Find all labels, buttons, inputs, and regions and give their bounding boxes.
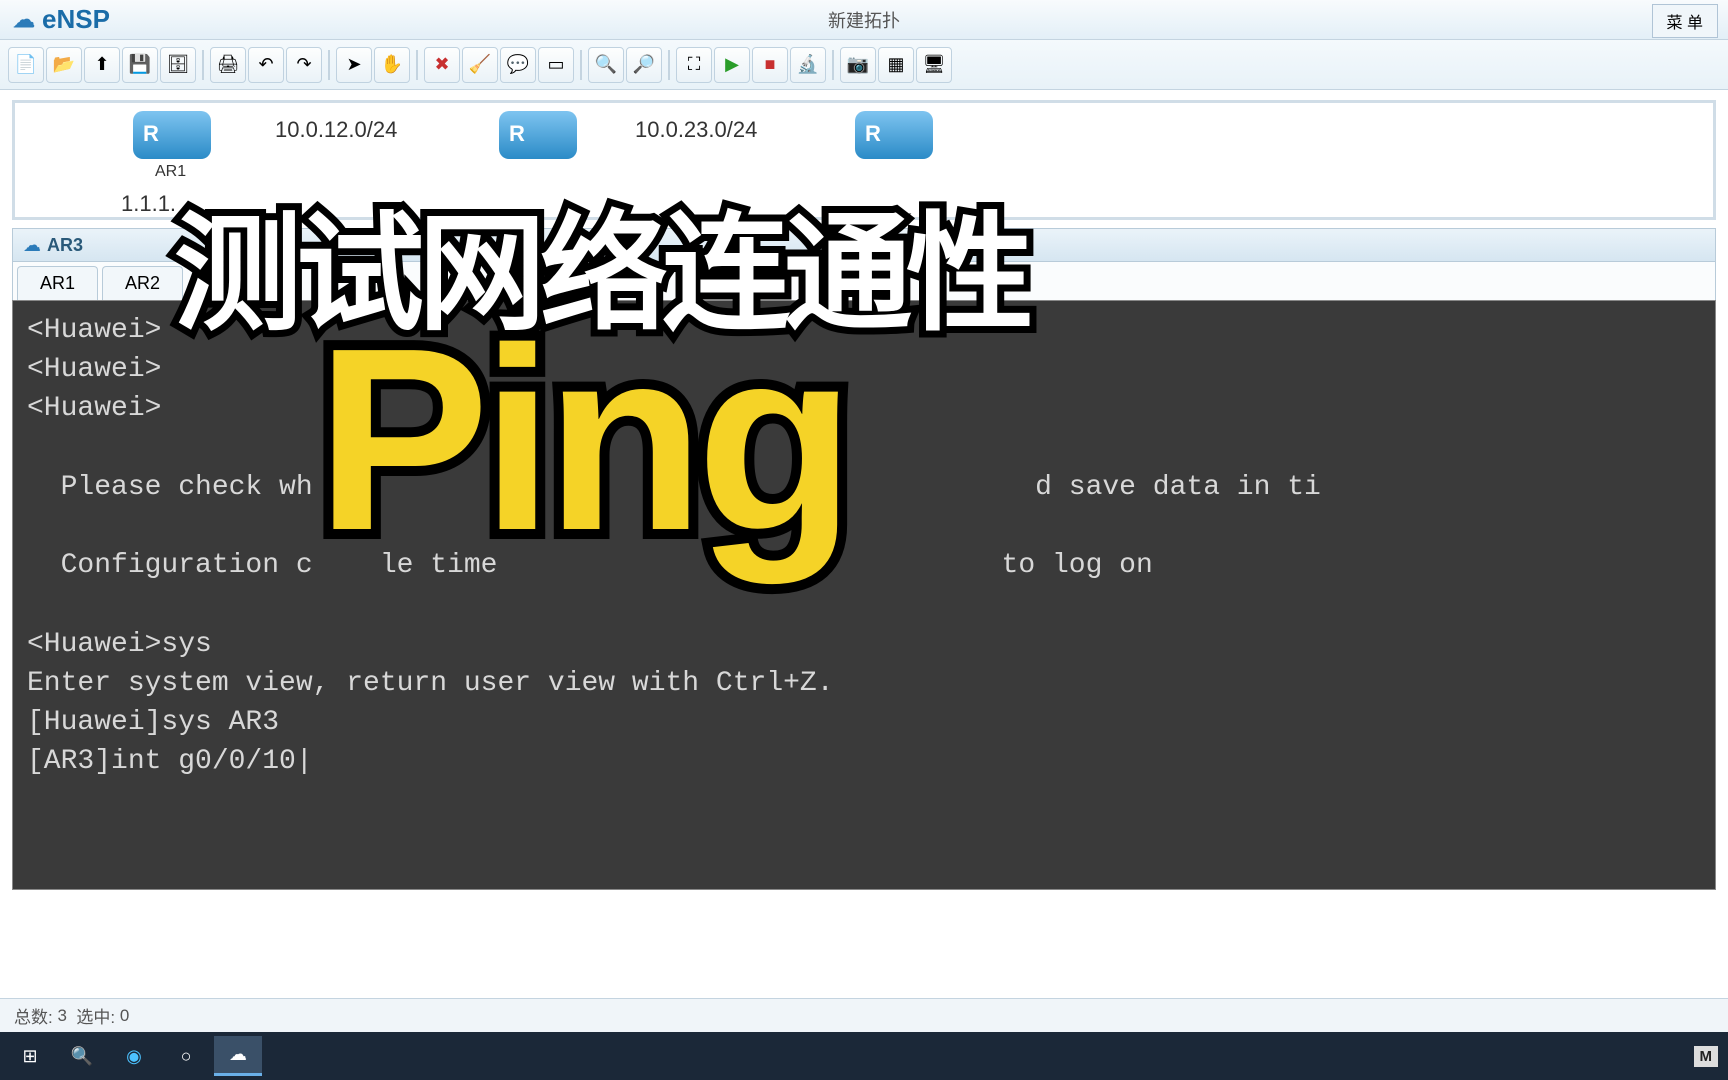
note-icon[interactable]: 💬 <box>500 47 536 83</box>
rect-icon[interactable]: ▭ <box>538 47 574 83</box>
system-tray: M <box>1694 1046 1719 1067</box>
title-bar: ☁ eNSP 新建拓扑 菜 单 <box>0 0 1728 40</box>
capture-icon[interactable]: 📷 <box>840 47 876 83</box>
separator <box>668 50 670 80</box>
edge-icon[interactable]: ◉ <box>110 1036 158 1076</box>
overlay-ping-text: Ping <box>316 310 847 570</box>
stop-icon[interactable]: ■ <box>752 47 788 83</box>
separator <box>580 50 582 80</box>
toolbar: 📄 📂 ⬆ 💾 🗄 🖨 ↶ ↷ ➤ ✋ ✖ 🧹 💬 ▭ 🔍 🔎 ⛶ ▶ ■ 🔬 … <box>0 40 1728 90</box>
tab-ar2[interactable]: AR2 <box>102 266 183 300</box>
separator <box>416 50 418 80</box>
open-icon[interactable]: 📂 <box>46 47 82 83</box>
terminal-window-title: AR3 <box>47 235 83 256</box>
saveall-icon[interactable]: 🗄 <box>160 47 196 83</box>
screen-icon[interactable]: 🖥 <box>916 47 952 83</box>
zoomin-icon[interactable]: 🔍 <box>588 47 624 83</box>
fit-icon[interactable]: ⛶ <box>676 47 712 83</box>
router-ar2[interactable] <box>499 111 577 159</box>
start-button[interactable]: ⊞ <box>6 1036 54 1076</box>
terminal-icon: ☁ <box>23 235 41 256</box>
redo-icon[interactable]: ↷ <box>286 47 322 83</box>
ip-label: 1.1.1. <box>121 191 176 217</box>
ensp-taskbar-icon[interactable]: ☁ <box>214 1036 262 1076</box>
status-selected-value: 0 <box>120 1006 129 1026</box>
status-bar: 总数: 3 选中: 0 <box>0 998 1728 1032</box>
network2-label: 10.0.23.0/24 <box>635 117 757 143</box>
app-name: eNSP <box>42 4 110 35</box>
zoomout-icon[interactable]: 🔎 <box>626 47 662 83</box>
window-title: 新建拓扑 <box>828 7 900 33</box>
menu-button[interactable]: 菜 单 <box>1652 4 1718 38</box>
delete-icon[interactable]: ✖ <box>424 47 460 83</box>
separator <box>328 50 330 80</box>
inspect-icon[interactable]: 🔬 <box>790 47 826 83</box>
upload-icon[interactable]: ⬆ <box>84 47 120 83</box>
app-logo: ☁ eNSP <box>0 4 122 35</box>
router-ar1[interactable] <box>133 111 211 159</box>
print-icon[interactable]: 🖨 <box>210 47 246 83</box>
new-icon[interactable]: 📄 <box>8 47 44 83</box>
pointer-icon[interactable]: ➤ <box>336 47 372 83</box>
search-icon[interactable]: 🔍 <box>58 1036 106 1076</box>
ime-indicator[interactable]: M <box>1694 1046 1719 1067</box>
tab-ar1[interactable]: AR1 <box>17 266 98 300</box>
grid-icon[interactable]: ▦ <box>878 47 914 83</box>
network1-label: 10.0.12.0/24 <box>275 117 397 143</box>
undo-icon[interactable]: ↶ <box>248 47 284 83</box>
separator <box>202 50 204 80</box>
windows-taskbar: ⊞ 🔍 ◉ ○ ☁ M <box>0 1032 1728 1080</box>
status-total-label: 总数: <box>14 1003 53 1028</box>
save-icon[interactable]: 💾 <box>122 47 158 83</box>
status-total-value: 3 <box>57 1006 66 1026</box>
ensp-logo-icon: ☁ <box>12 8 36 32</box>
play-icon[interactable]: ▶ <box>714 47 750 83</box>
status-selected-label: 选中: <box>76 1003 115 1028</box>
separator <box>832 50 834 80</box>
cortana-icon[interactable]: ○ <box>162 1036 210 1076</box>
terminal-output[interactable]: <Huawei> <Huawei> <Huawei> Please check … <box>12 300 1716 890</box>
hand-icon[interactable]: ✋ <box>374 47 410 83</box>
erase-icon[interactable]: 🧹 <box>462 47 498 83</box>
router-ar3[interactable] <box>855 111 933 159</box>
